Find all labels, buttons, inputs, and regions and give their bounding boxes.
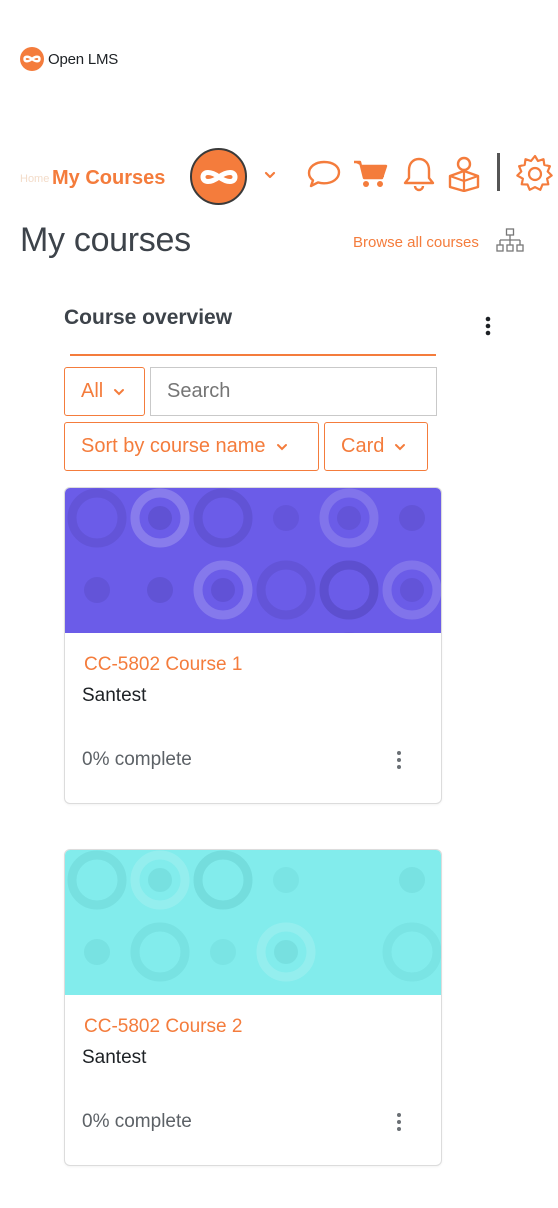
course-overview-title: Course overview <box>64 306 233 329</box>
browse-all-courses-link[interactable]: Browse all courses <box>353 234 479 251</box>
course-progress: 0% complete <box>82 1111 192 1132</box>
shopping-cart-icon[interactable] <box>352 154 390 192</box>
course-image[interactable] <box>65 488 442 633</box>
course-actions-menu-icon[interactable] <box>393 750 405 770</box>
sort-dropdown-label: Sort by course name <box>81 435 266 457</box>
open-lms-logo-icon <box>20 47 44 71</box>
brand-logo[interactable]: Open LMS <box>20 47 118 71</box>
chevron-down-icon <box>276 443 287 450</box>
course-actions-menu-icon[interactable] <box>393 1112 405 1132</box>
course-card[interactable]: CC-5802 Course 2 Santest 0% complete <box>64 849 442 1166</box>
chevron-down-icon[interactable] <box>262 167 278 183</box>
chevron-down-icon <box>114 388 125 395</box>
gear-icon[interactable] <box>515 153 555 193</box>
brand-name: Open LMS <box>48 50 119 68</box>
chat-bubble-icon[interactable] <box>305 154 343 192</box>
overview-divider <box>70 354 436 356</box>
course-card[interactable]: CC-5802 Course 1 Santest 0% complete <box>64 487 442 804</box>
personal-menu-icon[interactable] <box>445 154 483 192</box>
page-title: My courses <box>20 221 191 259</box>
course-image[interactable] <box>65 850 442 995</box>
bell-icon[interactable] <box>400 154 438 192</box>
course-category: Santest <box>82 1047 147 1068</box>
nav-my-courses-link[interactable]: My Courses <box>52 167 165 190</box>
course-category: Santest <box>82 685 147 706</box>
nav-home-link[interactable]: Home <box>20 173 49 185</box>
filter-dropdown-label: All <box>81 380 104 402</box>
overview-actions-menu-icon[interactable] <box>480 315 496 337</box>
sort-dropdown[interactable]: Sort by course name <box>64 422 319 471</box>
course-progress: 0% complete <box>82 749 192 770</box>
view-mode-label: Card <box>341 435 385 457</box>
course-name-link[interactable]: CC-5802 Course 2 <box>84 1016 242 1038</box>
user-avatar[interactable] <box>190 148 247 205</box>
view-mode-dropdown[interactable]: Card <box>324 422 428 471</box>
filter-dropdown[interactable]: All <box>64 367 145 416</box>
course-name-link[interactable]: CC-5802 Course 1 <box>84 654 242 676</box>
chevron-down-icon <box>395 443 406 450</box>
nav-divider <box>497 153 500 191</box>
sitemap-icon[interactable] <box>496 228 524 254</box>
user-avatar-icon <box>199 169 238 184</box>
search-input[interactable] <box>150 367 437 416</box>
top-navbar: Home My Courses <box>0 145 558 209</box>
